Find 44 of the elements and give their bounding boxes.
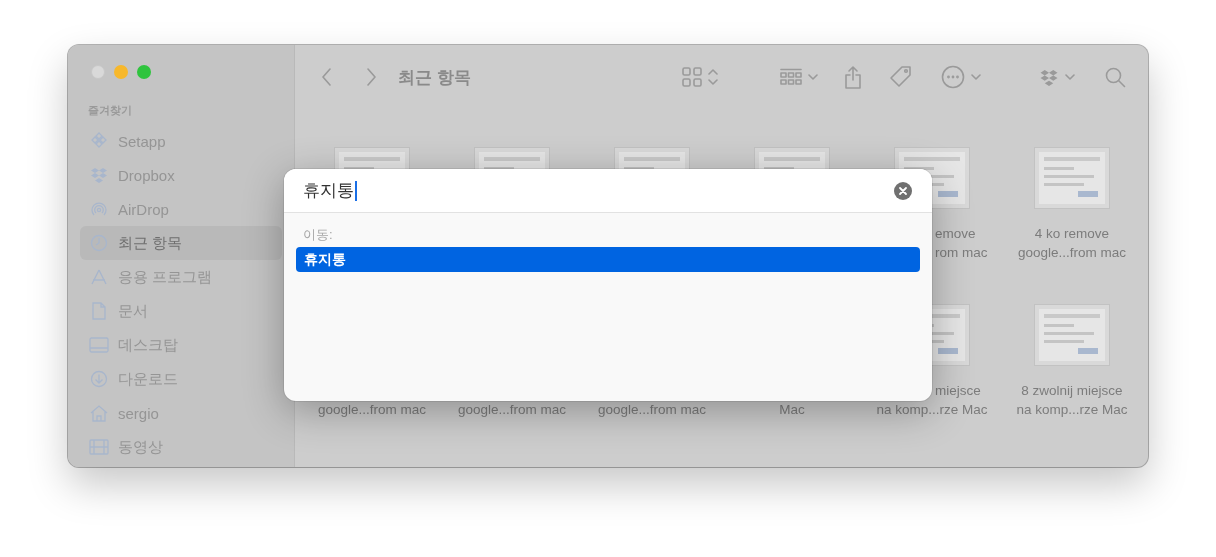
search-icon[interactable] [1105,66,1126,88]
desktop-icon [89,337,109,353]
home-icon [89,404,109,422]
grid-view-icon[interactable] [682,67,702,87]
up-down-chevron-icon[interactable] [708,68,718,86]
file-name: emove [935,225,976,243]
tag-icon[interactable] [889,65,913,89]
search-field[interactable]: 휴지통 [284,169,932,213]
section-label: 이동: [302,226,334,244]
sidebar-item[interactable]: 최근 항목 [80,226,282,260]
file-thumbnail[interactable] [1034,304,1110,366]
window-title: 최근 항목 [398,66,471,89]
share-icon[interactable] [844,65,862,89]
download-icon [90,370,108,388]
file-name: miejsce [935,382,981,400]
more-icon[interactable] [941,65,965,89]
chevron-down-icon[interactable] [1065,74,1075,80]
file-thumbnail[interactable] [1034,147,1110,209]
file-name: 8 zwolnij miejsce [1021,382,1123,400]
diamond-cluster-icon [90,132,108,150]
minimize-button[interactable] [114,65,128,79]
file-name: google...from mac [1017,244,1126,262]
back-icon[interactable] [322,68,332,86]
file-name: Mac [779,401,805,419]
file-name: google...from mac [597,401,706,419]
film-icon [89,439,109,455]
airdrop-icon [90,200,108,218]
file-name: 4 ko remove [1034,225,1110,243]
clear-icon[interactable] [894,181,912,200]
dropbox-icon[interactable] [1039,68,1059,86]
result-item[interactable]: 휴지통 [296,247,920,272]
file-name: google...from mac [317,401,426,419]
file-name: na komp...rze Mac [1016,401,1128,419]
dropbox-icon [90,167,108,183]
chevron-down-icon[interactable] [971,74,981,80]
chevron-down-icon[interactable] [808,74,818,80]
file-name: na komp...rze Mac [876,401,988,419]
forward-icon[interactable] [366,68,376,86]
file-name: rom mac [935,244,988,262]
group-icon[interactable] [780,68,802,86]
app-store-icon [90,268,108,286]
zoom-button[interactable] [137,65,151,79]
document-icon [91,302,107,320]
file-name: google...from mac [457,401,566,419]
